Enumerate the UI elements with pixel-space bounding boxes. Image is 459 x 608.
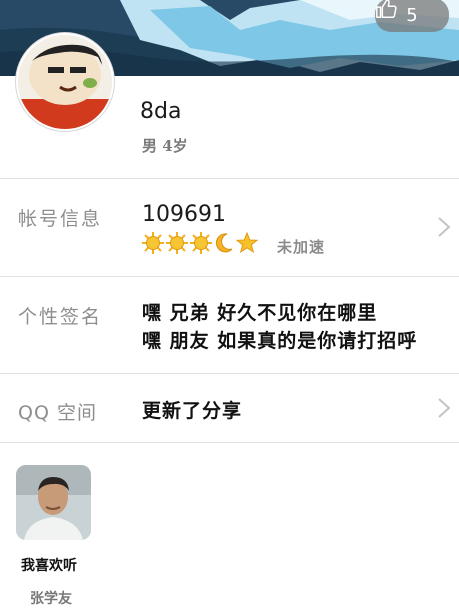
star-icon bbox=[236, 232, 258, 254]
speed-status: 未加速 bbox=[277, 238, 326, 256]
qq-level-icons bbox=[142, 232, 258, 254]
qzone-label: QQ 空间 bbox=[18, 402, 97, 424]
sun-icon bbox=[142, 232, 164, 254]
divider bbox=[0, 373, 459, 374]
cartoon-avatar-image bbox=[18, 35, 112, 129]
music-artist: 张学友 bbox=[30, 591, 72, 607]
divider bbox=[0, 442, 459, 443]
avatar[interactable] bbox=[16, 33, 114, 131]
music-cover[interactable] bbox=[16, 465, 91, 540]
artist-photo bbox=[16, 465, 91, 540]
account-number: 109691 bbox=[142, 202, 226, 227]
divider bbox=[0, 178, 459, 179]
divider bbox=[0, 276, 459, 277]
like-count: 5 bbox=[406, 4, 418, 26]
moon-icon bbox=[215, 233, 233, 253]
signature-text: 嘿 兄弟 好久不见你在哪里 嘿 朋友 如果真的是你请打招呼 bbox=[142, 299, 417, 355]
nickname: 8da bbox=[140, 99, 182, 124]
qzone-update: 更新了分享 bbox=[142, 400, 243, 422]
like-button[interactable]: 5 bbox=[375, 0, 449, 32]
thumbs-up-icon bbox=[376, 0, 397, 18]
account-info-label: 帐号信息 bbox=[18, 208, 103, 230]
chevron-right-icon bbox=[438, 398, 451, 418]
chevron-right-icon bbox=[438, 217, 451, 237]
signature-label: 个性签名 bbox=[18, 306, 103, 328]
signature-line: 嘿 朋友 如果真的是你请打招呼 bbox=[142, 330, 418, 352]
signature-line: 嘿 兄弟 好久不见你在哪里 bbox=[142, 302, 378, 324]
sun-icon bbox=[190, 232, 212, 254]
music-title: 我喜欢听 bbox=[21, 558, 77, 574]
sun-icon bbox=[166, 232, 188, 254]
gender-age: 男 4岁 bbox=[142, 137, 188, 155]
